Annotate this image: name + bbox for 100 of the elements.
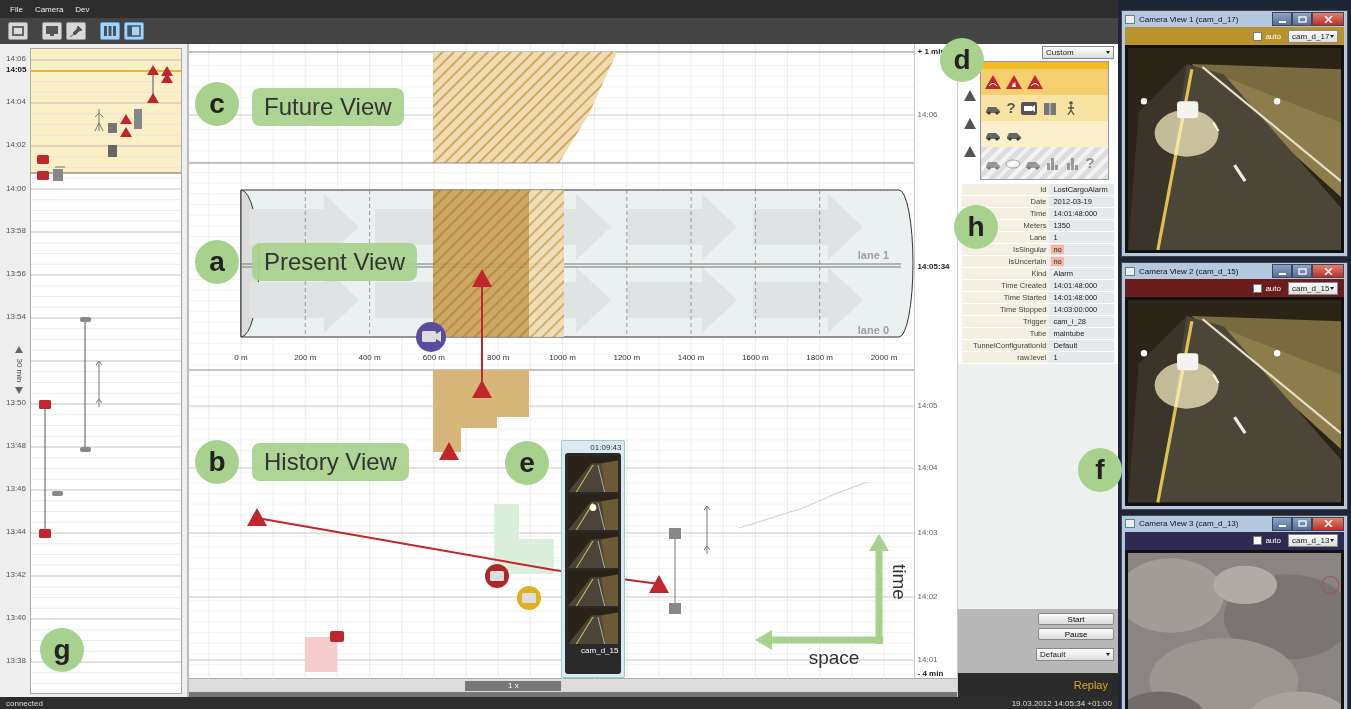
monitor-icon [45,25,59,37]
close-button[interactable] [1312,12,1344,26]
control-button[interactable]: Pause [1038,628,1114,640]
close-icon [1323,15,1333,23]
zoom-in-button[interactable] [15,346,23,353]
time-label: 14:05 [917,401,938,411]
maximize-button[interactable] [1292,264,1312,279]
menu-item[interactable]: File [10,4,23,14]
car-icon [53,166,66,181]
expand-button[interactable] [964,89,977,101]
close-button[interactable] [1312,264,1344,279]
scrollbar[interactable]: 1 x [189,678,958,697]
time-label: 14:04 [6,97,27,107]
toolbar-button[interactable] [66,22,86,40]
distance-label: 400 m [358,353,382,362]
time-label: 13:58 [6,226,27,236]
camera-dropdown[interactable]: cam_d_15 [1288,281,1338,295]
auto-checkbox[interactable] [1253,536,1263,546]
maximize-button[interactable] [1292,12,1312,26]
minimize-button[interactable] [1272,264,1292,279]
auto-checkbox[interactable] [1253,31,1263,41]
distance-label: 2000 m [871,353,898,362]
scroll-thumb[interactable]: 1 x [465,680,562,691]
time-label: 13:54 [6,312,27,322]
close-button[interactable] [1312,516,1344,531]
time-label: 14:02 [6,140,27,150]
status-datetime: 19.03.2012 14:05:34 +01:00 [1011,698,1112,708]
caret-icon [1106,51,1110,54]
package-icon [669,603,682,614]
checkbox-label: auto [1265,283,1281,293]
view-label: History View [252,443,409,481]
grid-icon [103,25,117,37]
distance-label: 1200 m [613,353,641,362]
time-label: 14:00 [6,184,27,194]
camera-icon[interactable] [1020,101,1037,115]
window-title: Camera View 2 (cam_d_15) [1139,266,1240,276]
distance-label: 1600 m [742,353,770,362]
zoom-level: 30 min [14,358,24,382]
mode-label: Replay [1073,679,1108,691]
panel-icon [127,25,141,37]
auto-checkbox[interactable] [1253,283,1263,293]
window-title: Camera View 1 (cam_d_17) [1139,14,1240,24]
distance-label: 1800 m [806,353,834,362]
camera-icon [330,631,345,642]
toolbar-button[interactable] [100,22,120,40]
camera-icon [39,529,51,538]
menu-item[interactable]: Dev [75,4,90,14]
maximize-icon [1297,15,1307,23]
package-icon [669,528,682,539]
camera-dropdown[interactable]: cam_d_17 [1288,29,1338,43]
camera-icon [37,171,49,180]
axis-label: time [889,564,911,600]
view-label: Present View [252,243,417,281]
toolbar-button[interactable] [42,22,62,40]
event-region [305,637,338,672]
distance-label: 200 m [294,353,317,362]
maximize-icon [1297,267,1307,275]
time-label: 13:38 [6,656,27,666]
menu-item[interactable]: Camera [34,4,64,14]
package-icon [108,109,142,157]
time-label: 13:48 [6,441,27,451]
toolbar-button[interactable] [124,22,144,40]
window-icon [1125,14,1135,24]
time-label: 14:01 [917,655,938,665]
axis-label: space [809,647,860,668]
unknown-icon[interactable]: ? [1006,101,1016,115]
control-button[interactable]: Start [1038,613,1114,625]
car-icon [80,447,91,452]
minimize-button[interactable] [1272,12,1292,26]
time-label: - 4 min [917,669,944,679]
time-label: 13:46 [6,484,27,494]
camera-dropdown[interactable]: cam_d_13 [1288,534,1338,548]
maximize-icon [1297,520,1307,528]
car-icon [52,491,63,496]
camera-icon [39,400,51,409]
expand-button[interactable] [964,118,977,129]
distance-label: 1400 m [678,353,705,362]
toolbar-button[interactable] [8,22,28,40]
camera-name: cam_d_15 [581,646,619,656]
connection-status: connected [6,698,43,708]
zoom-out-button[interactable] [15,387,23,394]
time-label: 14:06 [6,54,27,64]
time-label: 14:02 [917,592,938,602]
caret-icon [1330,286,1334,290]
window-title: Camera View 3 (cam_d_13) [1139,519,1240,529]
checkbox-label: auto [1265,536,1281,546]
fire-icon[interactable] [1006,75,1023,89]
close-icon [1323,267,1333,275]
expand-button[interactable] [964,146,977,158]
maximize-button[interactable] [1292,516,1312,531]
minimize-button[interactable] [1272,516,1292,531]
package-icon[interactable] [1041,101,1058,115]
preset-dropdown[interactable]: Custom [1042,46,1114,59]
lane-label: lane 0 [858,324,890,336]
time-label: 13:56 [6,269,27,279]
person-icon [94,108,104,132]
person-icon [703,505,711,555]
time-label: 14:04 [917,463,938,473]
close-icon [1323,520,1333,528]
mode-dropdown[interactable]: Default [1036,648,1114,661]
